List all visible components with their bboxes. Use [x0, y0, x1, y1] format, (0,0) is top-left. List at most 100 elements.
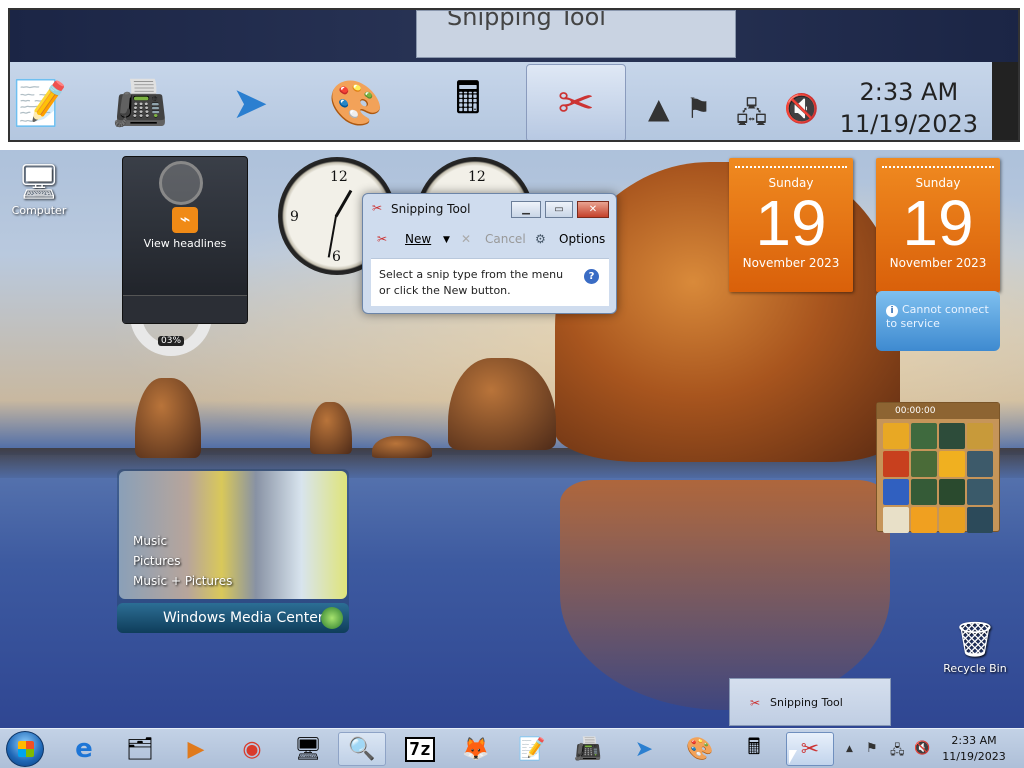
paint-icon[interactable]: 🎨 [676, 732, 724, 766]
calendar-day: 19 [902, 187, 974, 259]
media-center-gadget[interactable]: Music Pictures Music + Pictures Windows … [117, 469, 349, 633]
puzzle-tile[interactable] [939, 423, 965, 449]
paint-palette-icon: 🎨 [328, 78, 384, 129]
picture-puzzle-gadget[interactable]: 00:00:00 [876, 402, 1000, 533]
computer-icon: 🖥 [17, 162, 61, 202]
zoomed-taskbar: 📝 📠 ➤ 🎨 🖩 ✂ ▲ ⚑ 🖧 🔇 2:33 AM 11/19/2023 [10, 62, 1018, 140]
file-explorer-icon[interactable]: 🗂 [116, 732, 164, 766]
puzzle-tile[interactable] [939, 479, 965, 505]
firefox-icon[interactable]: 🦊 [452, 732, 500, 766]
calculator-icon[interactable]: 🖩 [730, 732, 778, 766]
zoomed-taskbar-snip: Snipping Tool 📝 📠 ➤ 🎨 🖩 ✂ ▲ ⚑ 🖧 🔇 2:33 A… [0, 0, 1024, 150]
media-player-icon[interactable]: ▶ [172, 732, 220, 766]
snipping-tool-window[interactable]: ✂ Snipping Tool ▁ ▭ ✕ ✂ New ▼ ✕ Cancel ⚙… [362, 193, 617, 314]
maximize-button[interactable]: ▭ [545, 201, 573, 218]
zoomed-edge [992, 62, 1018, 140]
puzzle-tile[interactable] [967, 507, 993, 533]
puzzle-tile[interactable] [939, 507, 965, 533]
taskbar: e 🗂 ▶ ◉ 🖥 🔍 7z 🦊 📝 📠 ➤ 🎨 🖩 ✂ ▲ ⚑ 🖧 🔇 2:3… [0, 728, 1024, 768]
media-center-menu-item[interactable]: Pictures [133, 551, 232, 571]
snipping-instructions: Select a snip type from the menu or clic… [371, 258, 609, 306]
feed-gadget-footer [123, 295, 247, 323]
desktop-icon-computer[interactable]: 🖥 Computer [4, 162, 74, 217]
media-center-brand: Windows Media Center [163, 610, 324, 626]
puzzle-tile[interactable] [939, 451, 965, 477]
gear-icon: ⚙ [535, 232, 546, 246]
magnifier-lens-icon [159, 161, 203, 205]
calculator-icon: 🖩 [454, 72, 482, 124]
puzzle-timer: 00:00:00 [877, 403, 999, 419]
snipping-tool-icon: ✂ [750, 696, 761, 710]
puzzle-tile[interactable] [967, 423, 993, 449]
window-titlebar[interactable]: ✂ Snipping Tool ▁ ▭ ✕ [363, 194, 616, 222]
puzzle-tile[interactable] [911, 451, 937, 477]
clock-numeral: 6 [332, 249, 341, 265]
system-clock[interactable]: 2:33 AM 11/19/2023 [934, 733, 1014, 765]
options-button[interactable]: Options [559, 232, 605, 246]
taskbar-thumbnail-popup[interactable]: ✂ Snipping Tool [729, 678, 891, 726]
chrome-icon[interactable]: ◉ [228, 732, 276, 766]
puzzle-tile[interactable] [883, 479, 909, 505]
clock-numeral: 9 [290, 209, 299, 225]
feed-headlines-gadget[interactable]: ⌁ View headlines [122, 156, 248, 324]
fax-icon[interactable]: 📠 [564, 732, 612, 766]
start-button[interactable] [6, 731, 44, 767]
desktop-icon-label: Computer [11, 204, 67, 217]
puzzle-tile[interactable] [911, 507, 937, 533]
wallpaper-rock [372, 436, 432, 458]
media-center-menu: Music Pictures Music + Pictures [133, 531, 232, 591]
help-icon[interactable]: ? [584, 269, 599, 284]
7zip-icon[interactable]: 7z [396, 732, 444, 766]
new-snip-icon: ✂ [377, 232, 388, 246]
media-center-brand-bar[interactable]: Windows Media Center [117, 603, 349, 633]
notepad-icon: 📝 [12, 78, 68, 129]
calendar-binding [735, 158, 847, 168]
puzzle-grid [877, 419, 999, 537]
show-hidden-icons-button[interactable]: ▲ [846, 744, 853, 754]
volume-muted-icon[interactable]: 🔇 [914, 741, 930, 756]
clock-numeral: 12 [330, 169, 348, 185]
desktop-icon-recycle-bin[interactable]: 🗑 Recycle Bin [940, 620, 1010, 675]
puzzle-tile[interactable] [883, 451, 909, 477]
internet-explorer-icon[interactable]: e [60, 732, 108, 766]
mouse-cursor [789, 750, 797, 764]
show-hidden-icon: ▲ [648, 92, 670, 125]
magnifier-icon[interactable]: 🔍 [338, 732, 386, 766]
puzzle-tile[interactable] [967, 451, 993, 477]
clock-numeral: 12 [468, 169, 486, 185]
puzzle-tile[interactable] [883, 507, 909, 533]
calendar-day: 19 [755, 187, 827, 259]
meter-percent: 03% [158, 336, 185, 346]
minimize-button[interactable]: ▁ [511, 201, 541, 218]
clock-date: 11/19/2023 [942, 750, 1006, 763]
instruction-line: or click the New button. [379, 284, 511, 297]
info-icon: i [886, 305, 898, 317]
notepad-icon[interactable]: 📝 [508, 732, 556, 766]
cancel-button[interactable]: Cancel [485, 232, 526, 246]
close-button[interactable]: ✕ [577, 201, 609, 218]
zoomed-taskbar-frame: Snipping Tool 📝 📠 ➤ 🎨 🖩 ✂ ▲ ⚑ 🖧 🔇 2:33 A… [8, 8, 1020, 142]
puzzle-tile[interactable] [883, 423, 909, 449]
zoomed-clock-time: 2:33 AM [859, 78, 959, 106]
new-snip-button[interactable]: New [405, 232, 431, 246]
weather-gadget[interactable]: i Cannot connect to service [876, 291, 1000, 351]
new-dropdown-arrow[interactable]: ▼ [443, 235, 450, 245]
calendar-gadget[interactable]: Sunday 19 November 2023 [729, 158, 853, 292]
media-center-menu-item[interactable]: Music + Pictures [133, 571, 232, 591]
paper-plane-icon[interactable]: ➤ [620, 732, 668, 766]
remote-desktop-icon[interactable]: 🖥 [284, 732, 332, 766]
view-headlines-link[interactable]: View headlines [123, 237, 247, 250]
calendar-gadget[interactable]: Sunday 19 November 2023 [876, 158, 1000, 292]
action-center-icon[interactable]: ⚑ [866, 741, 878, 756]
puzzle-tile[interactable] [967, 479, 993, 505]
weather-error-message: Cannot connect to service [886, 303, 989, 330]
printer-icon: 📠 [112, 78, 168, 129]
puzzle-tile[interactable] [911, 479, 937, 505]
paper-plane-icon: ➤ [231, 77, 269, 129]
network-icon[interactable]: 🖧 [890, 741, 905, 763]
snipping-tool-icon: ✂ [526, 64, 626, 140]
popup-label: Snipping Tool [770, 696, 843, 709]
media-center-menu-item[interactable]: Music [133, 531, 232, 551]
snipping-toolbar: ✂ New ▼ ✕ Cancel ⚙ Options [371, 224, 609, 254]
puzzle-tile[interactable] [911, 423, 937, 449]
